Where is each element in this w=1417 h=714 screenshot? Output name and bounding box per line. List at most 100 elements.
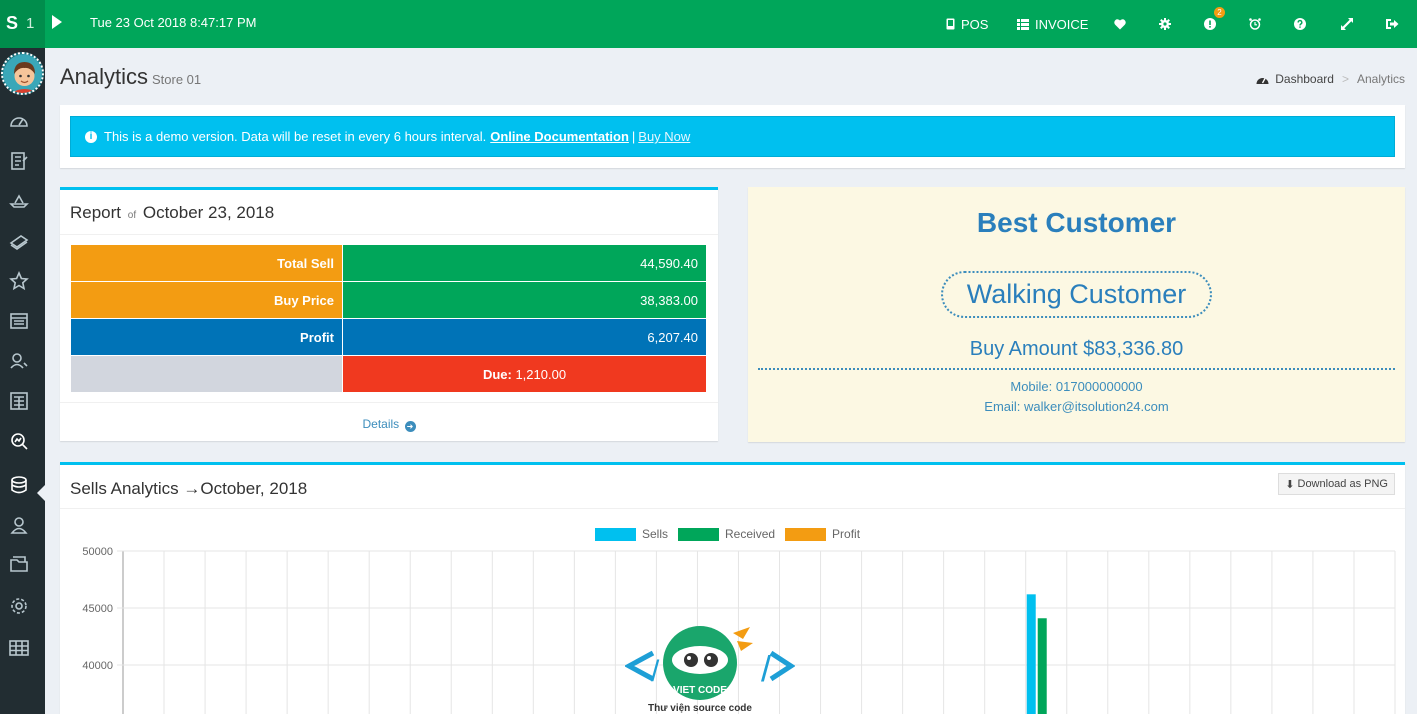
users-icon[interactable] [9, 515, 29, 535]
settings-button[interactable] [1159, 0, 1171, 48]
legend-label: Profit [832, 527, 861, 541]
breadcrumb-dashboard-link[interactable]: Dashboard [1275, 72, 1334, 86]
due-cell: Due: 1,210.00 [342, 355, 707, 393]
demo-alert: i This is a demo version. Data will be r… [70, 116, 1395, 157]
alarm-clock-icon [1249, 18, 1261, 30]
alert-message: This is a demo version. Data will be res… [104, 129, 487, 144]
analytics-icon[interactable] [9, 431, 29, 451]
profit-label: Profit [70, 318, 343, 356]
best-customer-mobile: Mobile: 017000000000 [1010, 379, 1143, 394]
alerts-button[interactable]: 2 [1204, 0, 1225, 48]
report-title: Report of October 23, 2018 [70, 203, 274, 223]
due-label: Due: [482, 366, 512, 382]
due-value: 1,210.00 [515, 366, 567, 382]
watermark-caption: Thư viện source code [648, 703, 752, 714]
legend-item-profit[interactable]: Profit [785, 527, 860, 541]
vietcode-logo: / / VIET CODE [623, 626, 796, 700]
expand-icon [1341, 18, 1353, 30]
breadcrumb: Dashboard > Analytics [1256, 72, 1405, 86]
breadcrumb-separator: > [1341, 72, 1349, 86]
fullscreen-button[interactable] [1341, 0, 1353, 48]
question-icon [1294, 18, 1306, 30]
folder-icon[interactable] [9, 555, 29, 575]
help-button[interactable] [1294, 0, 1306, 48]
y-tick-label: 50000 [82, 546, 113, 558]
invoice-list-icon[interactable] [9, 151, 29, 171]
bar-received [1037, 618, 1047, 714]
legend-swatch [785, 527, 827, 541]
best-customer-amount: Buy Amount $83,336.80 [969, 338, 1184, 360]
table-icon[interactable] [9, 638, 29, 658]
logo-number: 1 [26, 15, 35, 32]
best-customer-title: Best Customer [976, 207, 1177, 238]
pos-button[interactable]: POS [946, 0, 988, 48]
invoice-button[interactable]: INVOICE [1017, 0, 1088, 48]
due-empty-cell [70, 355, 343, 393]
total-sell-value: 44,590.40 [342, 244, 707, 282]
buy-price-value: 38,383.00 [342, 281, 707, 319]
info-icon: i [85, 130, 97, 143]
exclamation-icon [1204, 18, 1216, 30]
buy-now-link[interactable]: Buy Now [638, 129, 690, 144]
report-title-of: of [127, 210, 137, 221]
notification-badge: 2 [1214, 7, 1225, 18]
logo-letter: S [6, 13, 19, 33]
dashboard-icon[interactable] [9, 111, 29, 131]
page-title: Analytics [60, 64, 149, 89]
legend-item-received[interactable]: Received [678, 527, 775, 541]
dashboard-gauge-icon [1256, 77, 1269, 84]
star-icon[interactable] [9, 270, 29, 291]
y-tick-label: 45000 [82, 603, 113, 615]
report-title-date: October 23, 2018 [142, 203, 275, 222]
best-customer-email: Email: walker@itsolution24.com [984, 399, 1169, 414]
table-row: Due: 1,210.00 [70, 355, 707, 393]
legend-label: Received [725, 527, 776, 541]
legend-item-sells[interactable]: Sells [595, 527, 668, 541]
sign-out-icon [1386, 19, 1399, 29]
breadcrumb-current: Analytics [1356, 72, 1405, 86]
arrow-circle-right-icon: ➜ [404, 421, 416, 432]
report-icon[interactable] [9, 391, 29, 411]
gear-icon [1159, 18, 1171, 30]
report-box: Report of October 23, 2018 Total Sell 44… [60, 187, 718, 441]
logo[interactable]: S 1 [0, 0, 45, 48]
database-icon[interactable] [9, 475, 29, 495]
alert-separator: | [631, 129, 636, 144]
y-tick-label: 40000 [82, 660, 113, 672]
sidebar [0, 48, 45, 714]
pos-label: POS [961, 16, 989, 32]
legend-swatch [595, 527, 636, 541]
sidebar-toggle-icon[interactable] [52, 15, 62, 29]
online-documentation-link[interactable]: Online Documentation [490, 129, 629, 144]
purchase-icon[interactable] [9, 191, 29, 211]
favorite-button[interactable] [1114, 0, 1126, 48]
buy-price-label: Buy Price [70, 281, 343, 319]
store-icon[interactable] [9, 311, 29, 331]
svg-text:/: / [761, 648, 771, 689]
report-table: Total Sell 44,590.40 Buy Price 38,383.00… [70, 244, 707, 393]
table-row: Buy Price 38,383.00 [70, 281, 707, 319]
avatar[interactable] [1, 52, 44, 95]
mobile-icon [946, 18, 955, 30]
alarm-button[interactable] [1249, 0, 1261, 48]
details-link[interactable]: Details ➜ [60, 417, 718, 432]
top-navbar: S 1 Tue 23 Oct 2018 8:47:17 PM POS INVOI… [0, 0, 1417, 48]
page-subtitle: Store 01 [152, 72, 202, 87]
total-sell-label: Total Sell [70, 244, 343, 282]
details-label: Details [362, 417, 400, 431]
best-customer-name: Walking Customer [941, 271, 1212, 318]
money-stack-icon[interactable] [9, 231, 29, 251]
settings-icon[interactable] [9, 596, 29, 616]
report-divider [60, 234, 718, 235]
list-icon [1017, 18, 1029, 30]
heart-icon [1114, 18, 1126, 29]
logout-button[interactable] [1386, 0, 1399, 48]
best-customer-divider [758, 368, 1395, 370]
active-indicator [37, 485, 45, 501]
customer-search-icon[interactable] [9, 351, 29, 371]
best-customer-box: Best Customer Walking Customer Buy Amoun… [748, 187, 1405, 442]
invoice-label: INVOICE [1035, 16, 1089, 32]
watermark-badge-text: VIET CODE [673, 685, 727, 696]
legend-label: Sells [642, 527, 669, 541]
report-footer-divider [60, 402, 718, 403]
